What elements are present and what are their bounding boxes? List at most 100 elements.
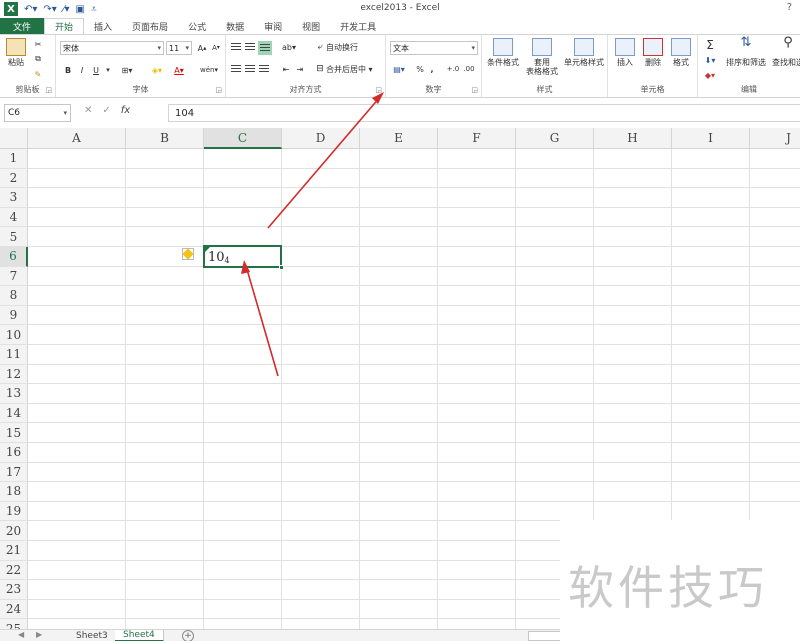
font-name-select[interactable]: 宋体 ▾ [60, 41, 164, 55]
row-header-16[interactable]: 16 [0, 443, 28, 463]
accounting-format-icon[interactable]: ▤▾ [390, 63, 408, 75]
column-header-h[interactable]: H [594, 128, 672, 149]
copy-icon[interactable]: ⧉ [32, 53, 44, 65]
increase-indent-icon[interactable]: ⇥ [294, 63, 306, 75]
row-header-12[interactable]: 12 [0, 364, 28, 385]
add-sheet-icon[interactable]: + [182, 630, 194, 641]
number-launcher-icon[interactable]: ◲ [471, 86, 478, 94]
align-left-icon[interactable] [230, 63, 242, 75]
row-header-19[interactable]: 19 [0, 501, 28, 522]
alignment-launcher-icon[interactable]: ◲ [375, 86, 382, 94]
sheet-next-icon[interactable]: ▶ [36, 630, 42, 639]
format-cells-button[interactable]: 格式 [668, 38, 694, 67]
cell-styles-button[interactable]: 单元格样式 [562, 38, 606, 67]
column-header-g[interactable]: G [516, 128, 594, 149]
tab-view[interactable]: 视图 [292, 18, 330, 35]
align-right-icon[interactable] [258, 63, 270, 75]
tab-data[interactable]: 数据 [216, 18, 254, 35]
column-header-i[interactable]: I [672, 128, 750, 149]
formula-input[interactable]: 104 [168, 104, 800, 122]
decrease-indent-icon[interactable]: ⇤ [280, 63, 292, 75]
row-header-20[interactable]: 20 [0, 521, 28, 541]
enter-icon[interactable]: ✓ [102, 105, 110, 116]
font-color-button[interactable]: A ▾ [170, 63, 188, 77]
align-middle-icon[interactable] [244, 41, 256, 53]
decrease-decimal-button[interactable]: .00 [462, 63, 476, 75]
merge-center-button[interactable]: ⊟ 合并后居中 ▾ [314, 63, 382, 75]
delete-cells-button[interactable]: 删除 [640, 38, 666, 67]
conditional-format-button[interactable]: 条件格式 [484, 38, 522, 67]
help-icon[interactable]: ? [787, 2, 792, 13]
format-painter-icon[interactable]: ✎ [32, 68, 44, 80]
row-header-7[interactable]: 7 [0, 266, 28, 287]
align-bottom-icon[interactable] [258, 41, 272, 55]
orientation-icon[interactable]: ab▾ [280, 41, 298, 53]
row-header-11[interactable]: 11 [0, 345, 28, 365]
italic-button[interactable]: I [76, 63, 88, 77]
autosum-button[interactable]: Σ [702, 38, 718, 52]
row-header-5[interactable]: 5 [0, 227, 28, 247]
find-select-button[interactable]: ⚲ 查找和选 [768, 36, 800, 67]
tab-file[interactable]: 文件 [0, 18, 45, 35]
increase-decimal-button[interactable]: +.0 [446, 63, 460, 75]
underline-button[interactable]: U [90, 63, 102, 77]
column-header-f[interactable]: F [438, 128, 516, 149]
paste-button[interactable]: 粘贴 [4, 38, 28, 67]
tab-review[interactable]: 审阅 [254, 18, 292, 35]
row-header-4[interactable]: 4 [0, 207, 28, 228]
row-header-15[interactable]: 15 [0, 423, 28, 443]
tab-home[interactable]: 开始 [44, 18, 85, 35]
row-header-17[interactable]: 17 [0, 462, 28, 483]
column-header-d[interactable]: D [282, 128, 360, 149]
tab-insert[interactable]: 插入 [84, 18, 122, 35]
row-header-18[interactable]: 18 [0, 482, 28, 502]
column-header-b[interactable]: B [126, 128, 204, 149]
row-header-10[interactable]: 10 [0, 325, 28, 345]
tab-page-layout[interactable]: 页面布局 [122, 18, 178, 35]
column-header-j[interactable]: J [750, 128, 800, 149]
font-launcher-icon[interactable]: ◲ [215, 86, 222, 94]
column-header-c[interactable]: C [204, 128, 282, 149]
sheet-prev-icon[interactable]: ◀ [18, 630, 24, 639]
error-warning-icon[interactable] [182, 248, 194, 260]
bold-button[interactable]: B [62, 63, 74, 77]
cancel-icon[interactable]: ✕ [84, 105, 92, 116]
insert-cells-button[interactable]: 插入 [612, 38, 638, 67]
row-header-25[interactable]: 25 [0, 619, 28, 629]
row-header-3[interactable]: 3 [0, 188, 28, 208]
row-header-22[interactable]: 22 [0, 560, 28, 581]
wrap-text-button[interactable]: ⤶ 自动换行 [314, 41, 374, 53]
row-header-14[interactable]: 14 [0, 403, 28, 424]
tab-formulas[interactable]: 公式 [178, 18, 216, 35]
align-top-icon[interactable] [230, 41, 242, 53]
fill-handle[interactable] [279, 264, 284, 270]
insert-function-icon[interactable]: fx [121, 105, 130, 116]
column-header-e[interactable]: E [360, 128, 438, 149]
row-header-9[interactable]: 9 [0, 305, 28, 326]
cut-icon[interactable]: ✂ [32, 38, 44, 50]
grow-font-button[interactable]: A ▴ [196, 41, 208, 55]
row-header-6[interactable]: 6 [0, 247, 28, 267]
fill-icon[interactable]: ⬇▾ [702, 54, 718, 66]
tab-developer[interactable]: 开发工具 [330, 18, 386, 35]
sheet-tab-sheet4[interactable]: Sheet4 [115, 630, 164, 641]
format-as-table-button[interactable]: 套用 表格格式 [520, 38, 564, 76]
number-format-select[interactable]: 文本 ▾ [390, 41, 478, 55]
clear-icon[interactable]: ◆▾ [702, 69, 718, 81]
row-header-21[interactable]: 21 [0, 541, 28, 561]
column-header-a[interactable]: A [28, 128, 126, 149]
shrink-font-button[interactable]: A ▾ [210, 41, 222, 55]
active-cell-c6[interactable]: 10 4 [203, 245, 282, 268]
underline-dropdown-icon[interactable]: ▾ [104, 63, 112, 77]
sort-filter-button[interactable]: ⇅ 排序和筛选 [724, 36, 768, 67]
select-all-corner[interactable] [0, 128, 28, 149]
clipboard-launcher-icon[interactable]: ◲ [45, 86, 52, 94]
align-center-icon[interactable] [244, 63, 256, 75]
borders-button[interactable]: ⊞▾ [118, 63, 136, 77]
row-header-13[interactable]: 13 [0, 384, 28, 404]
row-header-2[interactable]: 2 [0, 168, 28, 189]
row-header-8[interactable]: 8 [0, 286, 28, 306]
sheet-tab-sheet3[interactable]: Sheet3 [68, 630, 117, 641]
phonetic-button[interactable]: wén ▾ [198, 63, 220, 77]
row-header-1[interactable]: 1 [0, 149, 28, 169]
